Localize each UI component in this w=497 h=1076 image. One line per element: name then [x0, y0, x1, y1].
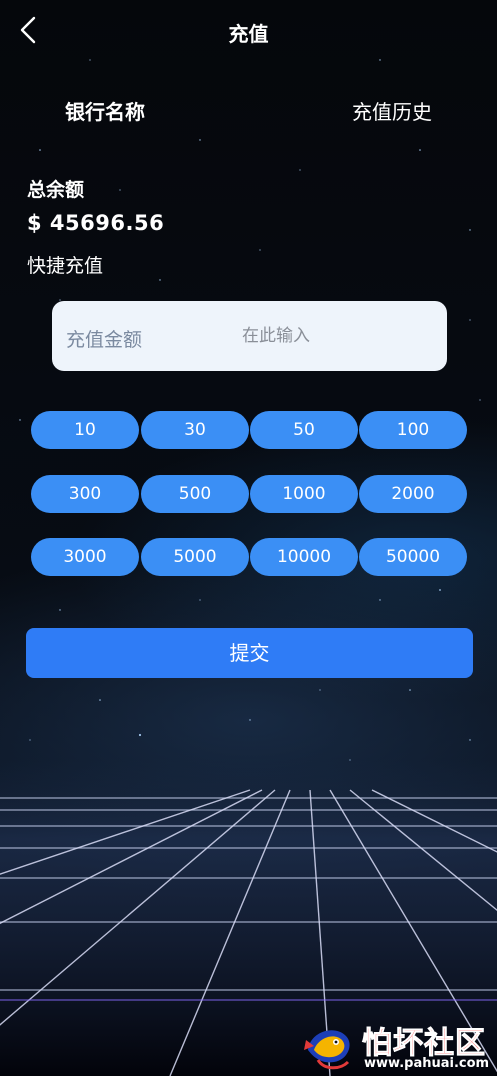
preset-button[interactable]: 3000	[31, 538, 139, 576]
tab-recharge-history[interactable]: 充值历史	[352, 96, 432, 125]
balance-value: $ 45696.56	[27, 211, 165, 235]
preset-button[interactable]: 50	[250, 411, 358, 449]
amount-label: 充值金额	[66, 329, 143, 351]
preset-button[interactable]: 30	[141, 411, 249, 449]
page-title: 充值	[228, 22, 269, 46]
preset-button[interactable]: 300	[31, 475, 139, 513]
amount-field: 充值金额	[52, 301, 452, 371]
preset-button[interactable]: 50000	[359, 538, 467, 576]
preset-button[interactable]: 10	[31, 411, 139, 449]
header: 充值	[0, 0, 497, 62]
preset-button[interactable]: 2000	[359, 475, 467, 513]
quick-recharge-label: 快捷充值	[27, 255, 104, 277]
amount-input[interactable]	[232, 316, 452, 356]
preset-button[interactable]: 1000	[250, 475, 358, 513]
preset-button[interactable]: 100	[359, 411, 467, 449]
balance-label: 总余额	[27, 179, 85, 201]
watermark: 怕坏社区 www.pahuai.com	[300, 1016, 497, 1076]
watermark-logo-icon	[304, 1030, 350, 1070]
preset-button[interactable]: 5000	[141, 538, 249, 576]
watermark-url: www.pahuai.com	[364, 1056, 490, 1071]
tab-bank-name[interactable]: 银行名称	[65, 96, 145, 125]
tabs: 银行名称 充值历史	[0, 96, 497, 126]
submit-button[interactable]: 提交	[26, 628, 473, 678]
preset-button[interactable]: 10000	[250, 538, 358, 576]
recharge-screen: 充值 银行名称 充值历史 总余额 $ 45696.56 快捷充值 充值金额 10…	[0, 0, 497, 1076]
preset-button[interactable]: 500	[141, 475, 249, 513]
